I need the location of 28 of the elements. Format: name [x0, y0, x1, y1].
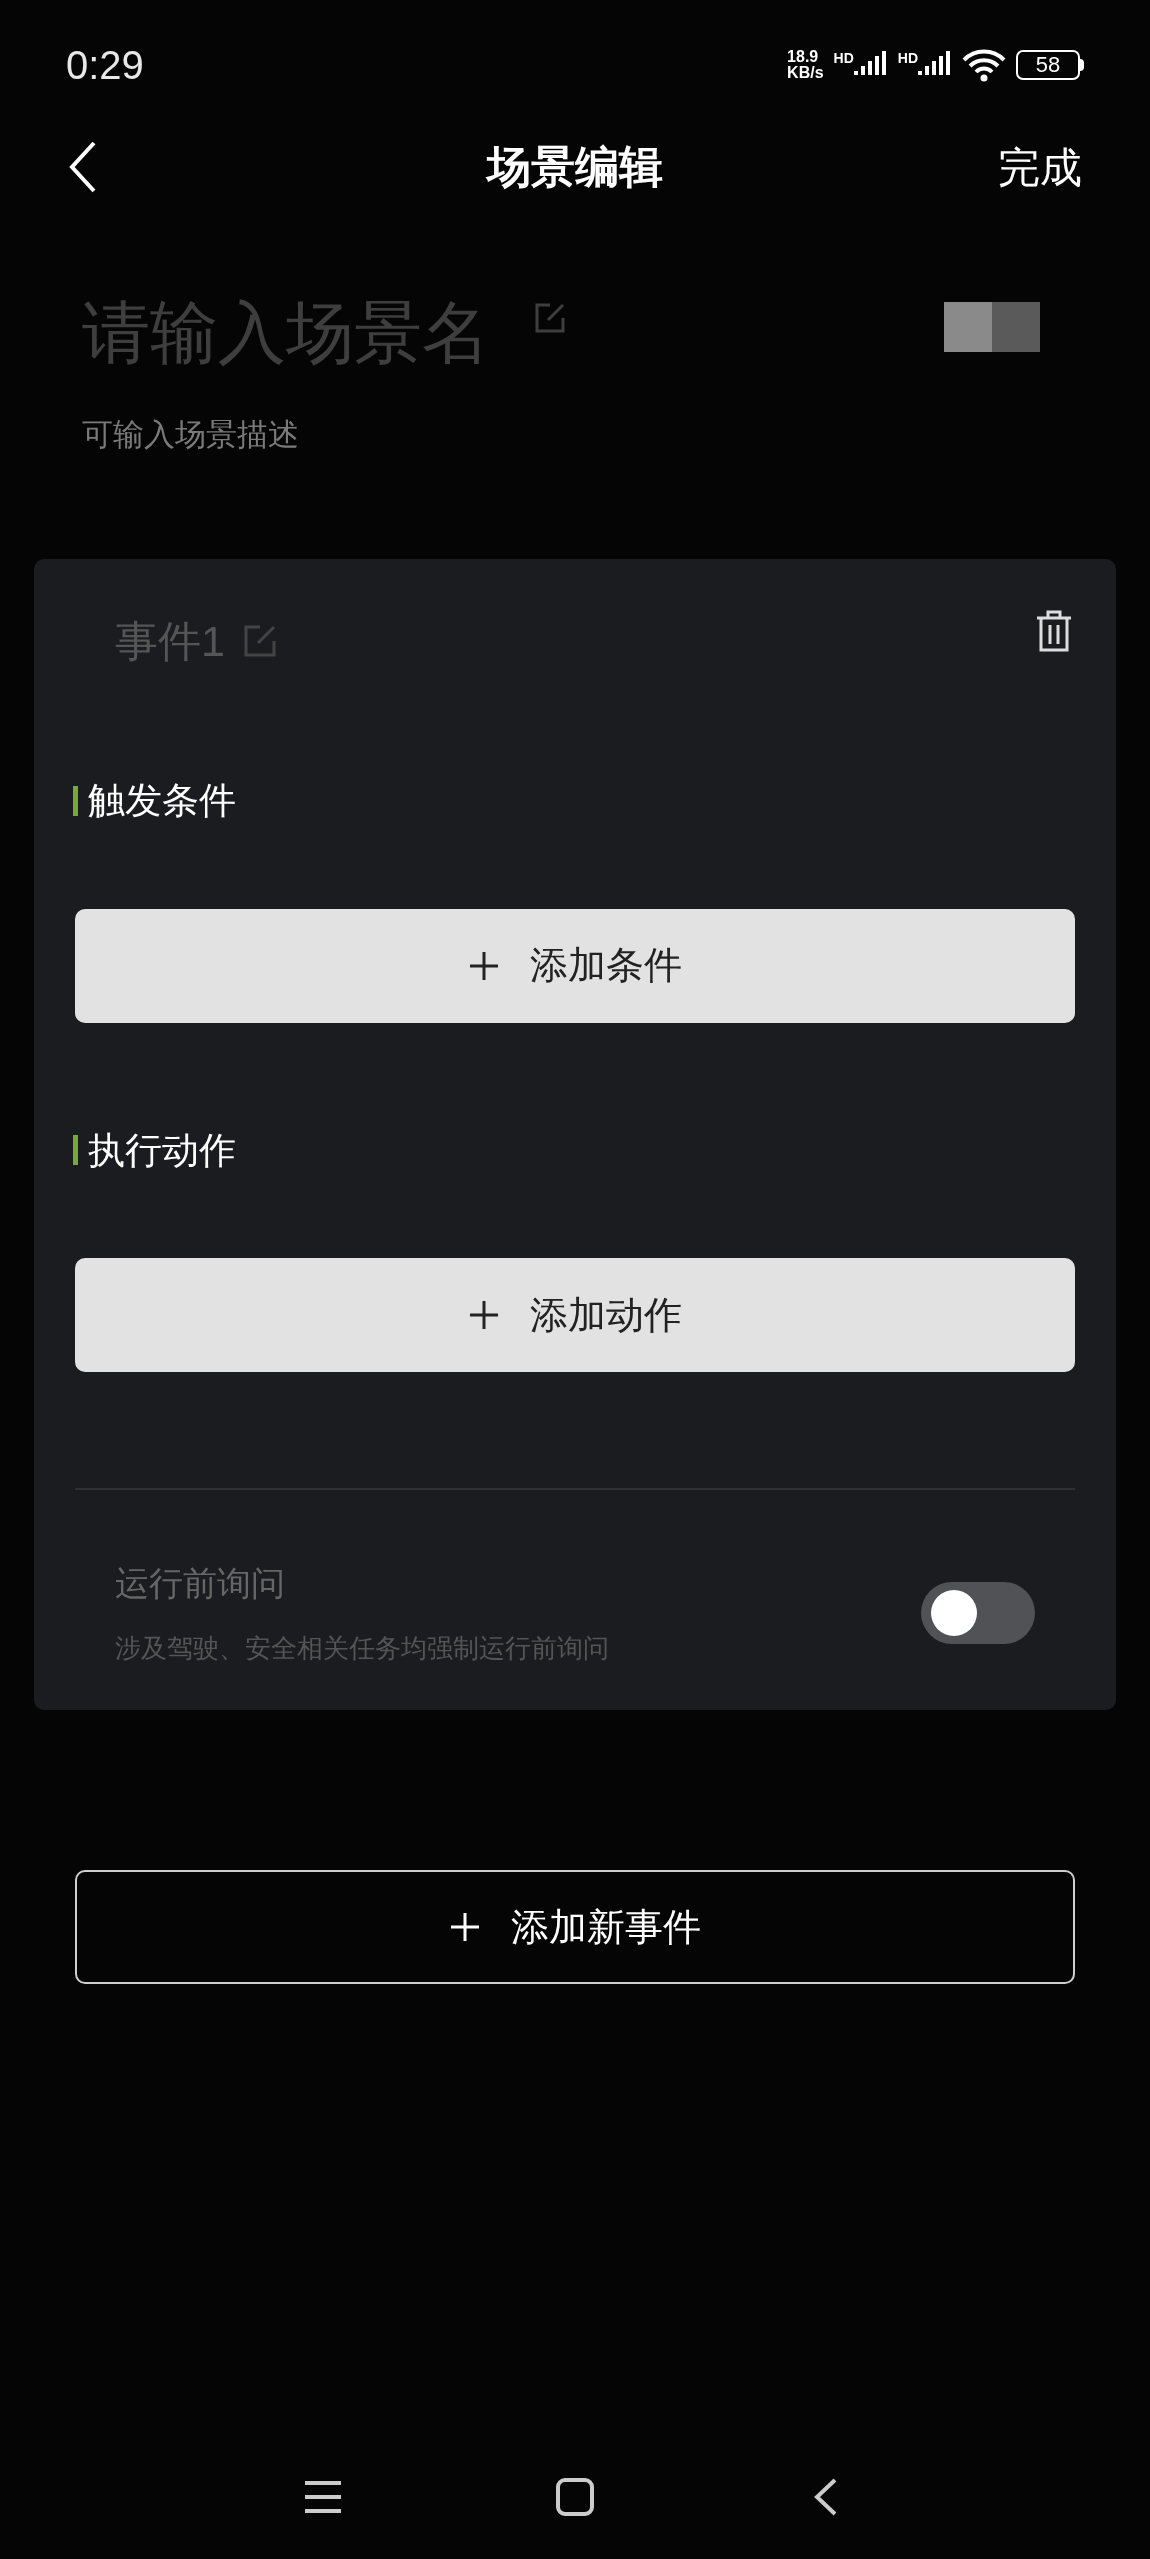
- status-time: 0:29: [66, 42, 144, 89]
- delete-button[interactable]: [1035, 608, 1073, 653]
- wifi-icon: [962, 48, 1006, 82]
- section-heading: 触发条件: [88, 779, 236, 823]
- battery-indicator: 58: [1016, 50, 1080, 80]
- plus-icon: [468, 1299, 500, 1331]
- network-label: HD: [833, 51, 854, 65]
- home-icon[interactable]: [555, 2477, 595, 2517]
- scene-name-field[interactable]: 请输入场景名: [82, 292, 512, 372]
- network-label: HD: [897, 51, 918, 65]
- edit-icon: [242, 623, 277, 658]
- section-marker: [73, 785, 78, 816]
- event-title: 事件1: [115, 615, 225, 667]
- scene-description-field[interactable]: 可输入场景描述: [82, 412, 582, 459]
- page-title: 场景编辑: [487, 141, 663, 193]
- edit-icon: [534, 302, 566, 334]
- section-marker: [73, 1135, 78, 1166]
- plus-icon: [468, 949, 500, 982]
- section-heading: 执行动作: [88, 1128, 236, 1173]
- add-event-button[interactable]: 添加新事件: [75, 1870, 1075, 1984]
- add-button[interactable]: 添加条件: [75, 908, 1075, 1023]
- confirm-hint: 涉及驾驶、安全相关任务均强制运行前询问: [115, 1632, 609, 1665]
- confirm-label: 运行前询问: [115, 1563, 286, 1604]
- tiles-icon: [944, 302, 1040, 352]
- add-button[interactable]: 添加动作: [75, 1258, 1075, 1372]
- plus-icon: [449, 1911, 481, 1943]
- done-button[interactable]: 完成: [998, 135, 1082, 199]
- network-speed: 18.9 KB/s: [787, 49, 824, 81]
